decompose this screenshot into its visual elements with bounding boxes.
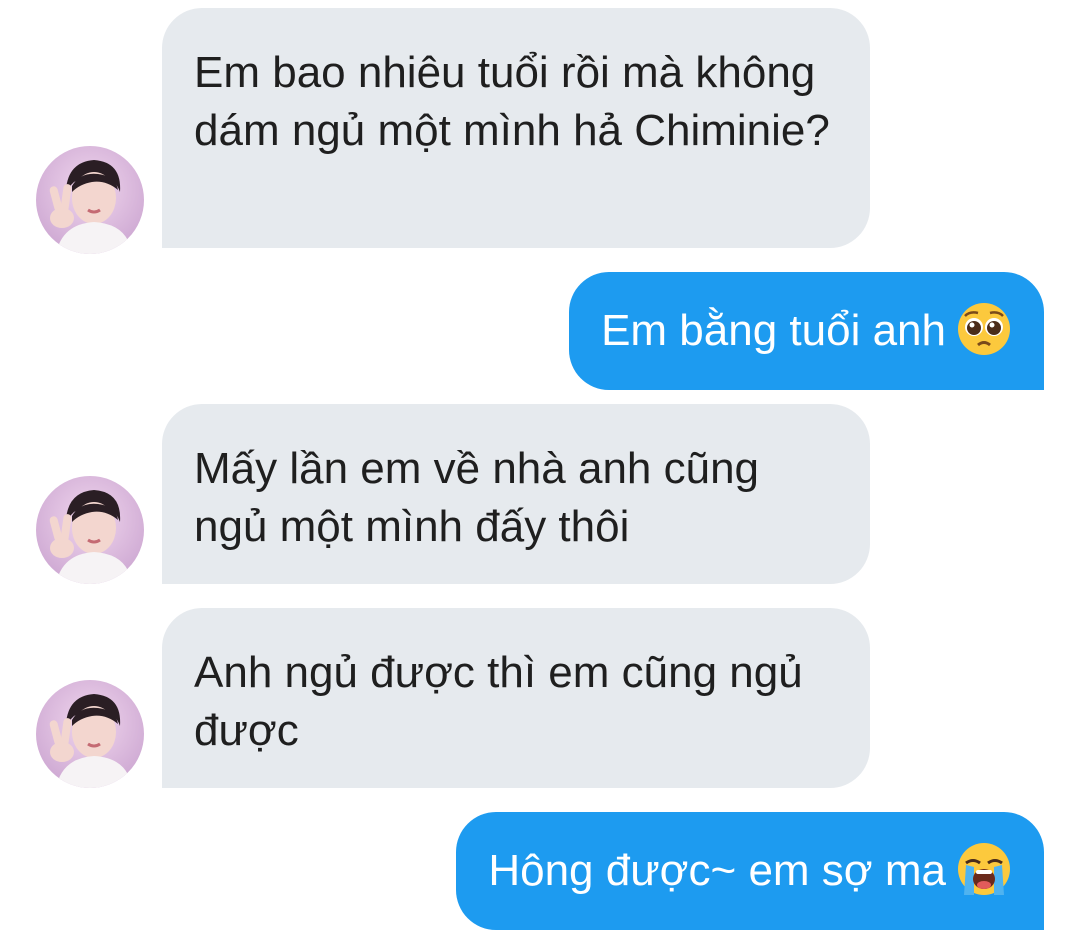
message-text: Mấy lần em về nhà anh cũng ngủ một mình … [194,444,760,551]
message-text: Em bằng tuổi anh [601,306,946,355]
loudly-crying-face-icon [956,841,1012,897]
outgoing-message-bubble[interactable]: Em bằng tuổi anh [569,272,1044,390]
message-row: Mấy lần em về nhà anh cũng ngủ một mình … [0,404,1080,584]
message-row: Em bao nhiêu tuổi rồi mà không dám ngủ m… [0,8,1080,254]
contact-avatar[interactable] [36,680,144,788]
message-row: Hông được~ em sợ ma [0,812,1080,930]
incoming-message-bubble[interactable]: Em bao nhiêu tuổi rồi mà không dám ngủ m… [162,8,870,248]
contact-avatar[interactable] [36,146,144,254]
chat-thread: Em bao nhiêu tuổi rồi mà không dám ngủ m… [0,0,1080,937]
message-row: Anh ngủ được thì em cũng ngủ được [0,608,1080,788]
message-text: Hông được~ em sợ ma [488,846,946,895]
message-text: Em bao nhiêu tuổi rồi mà không dám ngủ m… [194,48,830,155]
outgoing-message-bubble[interactable]: Hông được~ em sợ ma [456,812,1044,930]
message-row: Em bằng tuổi anh [0,272,1080,390]
pleading-face-icon [956,301,1012,357]
message-text: Anh ngủ được thì em cũng ngủ được [194,648,803,755]
incoming-message-bubble[interactable]: Anh ngủ được thì em cũng ngủ được [162,608,870,788]
contact-avatar[interactable] [36,476,144,584]
incoming-message-bubble[interactable]: Mấy lần em về nhà anh cũng ngủ một mình … [162,404,870,584]
